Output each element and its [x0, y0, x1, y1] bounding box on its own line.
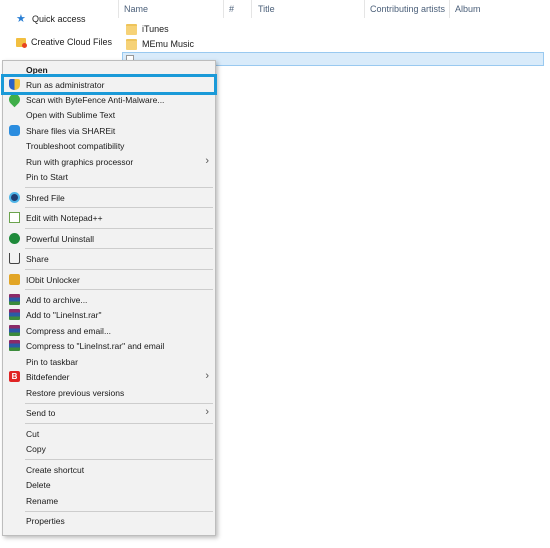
menu-item-label: Copy: [26, 443, 46, 454]
column-header-title[interactable]: Title: [258, 0, 275, 18]
menu-item-compress-email[interactable]: Compress and email...: [4, 323, 214, 338]
column-header-number[interactable]: #: [229, 0, 234, 18]
menu-item-label: Compress to "LineInst.rar" and email: [26, 340, 165, 351]
bitdefender-icon: B: [9, 371, 20, 382]
context-menu: Open Run as administrator Scan with Byte…: [2, 60, 216, 536]
menu-item-delete[interactable]: Delete: [4, 477, 214, 492]
chevron-right-icon: ›: [205, 155, 209, 167]
menu-item-label: Bitdefender: [26, 371, 70, 382]
menu-item-label: Run with graphics processor: [26, 156, 134, 167]
menu-item-add-to-archive[interactable]: Add to archive...: [4, 292, 214, 307]
menu-item-shareit[interactable]: Share files via SHAREit: [4, 123, 214, 138]
uninstall-icon: [9, 233, 20, 244]
menu-separator: [25, 187, 213, 188]
menu-separator: [25, 289, 213, 290]
column-divider: [449, 0, 450, 18]
menu-item-powerful-uninstall[interactable]: Powerful Uninstall: [4, 231, 214, 246]
menu-separator: [25, 228, 213, 229]
menu-item-label: Add to archive...: [26, 294, 88, 305]
menu-separator: [25, 248, 213, 249]
menu-item-bitdefender[interactable]: B Bitdefender ›: [4, 369, 214, 384]
menu-item-iobit-unlocker[interactable]: IObit Unlocker: [4, 272, 214, 287]
menu-item-edit-notepadpp[interactable]: Edit with Notepad++: [4, 210, 214, 225]
menu-item-label: Pin to Start: [26, 171, 69, 182]
column-divider: [364, 0, 365, 18]
menu-item-run-graphics[interactable]: Run with graphics processor ›: [4, 154, 214, 169]
menu-item-label: Properties: [26, 515, 65, 526]
winrar-icon: [9, 325, 20, 336]
menu-item-copy[interactable]: Copy: [4, 441, 214, 456]
menu-item-label: Add to "LineInst.rar": [26, 309, 102, 320]
menu-item-label: Rename: [26, 495, 59, 506]
nav-quick-access[interactable]: ★ Quick access: [16, 11, 86, 27]
menu-item-shred[interactable]: Shred File: [4, 190, 214, 205]
navigation-pane: ★ Quick access Creative Cloud Files: [0, 0, 118, 60]
menu-item-label: Delete: [26, 479, 51, 490]
menu-item-label: Pin to taskbar: [26, 356, 78, 367]
menu-item-label: Powerful Uninstall: [26, 233, 95, 244]
menu-item-label: Restore previous versions: [26, 387, 125, 398]
column-header-name[interactable]: Name: [124, 0, 148, 18]
menu-item-label: Create shortcut: [26, 464, 85, 475]
menu-separator: [25, 403, 213, 404]
menu-item-pin-taskbar[interactable]: Pin to taskbar: [4, 354, 214, 369]
menu-item-compress-rar-email[interactable]: Compress to "LineInst.rar" and email: [4, 338, 214, 353]
menu-item-restore-versions[interactable]: Restore previous versions: [4, 385, 214, 400]
menu-item-properties[interactable]: Properties: [4, 513, 214, 528]
nav-creative-cloud-label: Creative Cloud Files: [31, 37, 113, 47]
chevron-right-icon: ›: [205, 370, 209, 382]
winrar-icon: [9, 309, 20, 320]
menu-item-open-sublime[interactable]: Open with Sublime Text: [4, 107, 214, 122]
menu-separator: [25, 459, 213, 460]
share-icon: [9, 253, 20, 264]
menu-item-pin-start[interactable]: Pin to Start: [4, 169, 214, 184]
column-divider: [118, 0, 119, 18]
menu-item-troubleshoot[interactable]: Troubleshoot compatibility: [4, 138, 214, 153]
menu-separator: [25, 423, 213, 424]
menu-item-label: Edit with Notepad++: [26, 212, 103, 223]
winrar-icon: [9, 294, 20, 305]
menu-item-label: Share: [26, 253, 49, 264]
shareit-icon: [9, 125, 20, 136]
file-name: MEmu Music: [142, 39, 195, 49]
nav-creative-cloud[interactable]: Creative Cloud Files: [16, 34, 112, 50]
notepadpp-icon: [9, 212, 20, 223]
menu-item-label: Send to: [26, 407, 56, 418]
menu-item-label: Shred File: [26, 192, 65, 203]
folder-icon: [126, 23, 137, 35]
menu-item-label: Cut: [26, 428, 40, 439]
column-divider: [251, 0, 252, 18]
nav-quick-access-label: Quick access: [32, 14, 86, 24]
chevron-right-icon: ›: [205, 406, 209, 418]
menu-separator: [25, 207, 213, 208]
menu-item-label: IObit Unlocker: [26, 274, 80, 285]
star-icon: ★: [16, 12, 26, 25]
menu-item-label: Open with Sublime Text: [26, 109, 116, 120]
menu-item-create-shortcut[interactable]: Create shortcut: [4, 462, 214, 477]
menu-separator: [25, 269, 213, 270]
menu-separator: [25, 511, 213, 512]
menu-item-label: Open: [26, 64, 48, 75]
winrar-icon: [9, 340, 20, 351]
column-divider: [223, 0, 224, 18]
column-header-album[interactable]: Album: [455, 0, 481, 18]
menu-item-send-to[interactable]: Send to ›: [4, 405, 214, 420]
highlight-box: [1, 74, 217, 95]
menu-item-label: Troubleshoot compatibility: [26, 140, 125, 151]
menu-item-label: Share files via SHAREit: [26, 125, 116, 136]
menu-item-rename[interactable]: Rename: [4, 493, 214, 508]
file-name: iTunes: [142, 24, 169, 34]
unlock-icon: [9, 274, 20, 285]
folder-icon: [126, 38, 137, 50]
creative-cloud-icon: [16, 37, 27, 48]
shred-icon: [9, 192, 20, 203]
file-row-itunes[interactable]: iTunes: [126, 22, 169, 36]
menu-item-cut[interactable]: Cut: [4, 426, 214, 441]
menu-item-label: Compress and email...: [26, 325, 112, 336]
file-row-memu-music[interactable]: MEmu Music: [126, 37, 194, 51]
menu-item-share[interactable]: Share: [4, 251, 214, 266]
column-header-contributing-artists[interactable]: Contributing artists: [370, 0, 445, 18]
menu-item-label: Scan with ByteFence Anti-Malware...: [26, 94, 165, 105]
menu-item-add-to-rar[interactable]: Add to "LineInst.rar": [4, 307, 214, 322]
